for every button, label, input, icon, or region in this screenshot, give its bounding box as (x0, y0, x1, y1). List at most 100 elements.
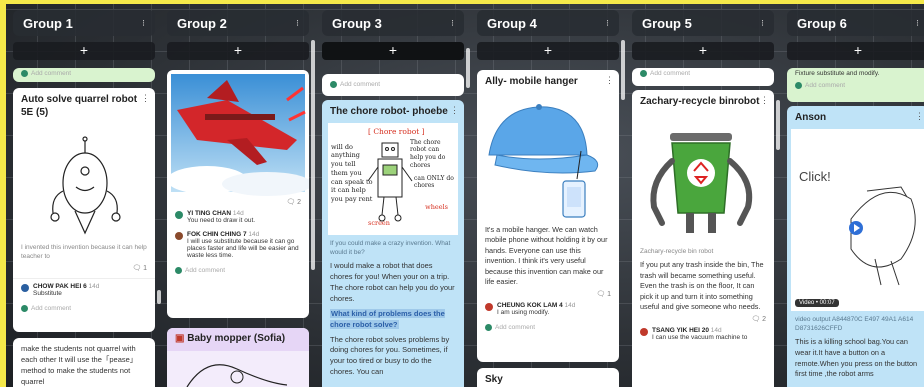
avatar (485, 323, 492, 331)
avatar (21, 283, 29, 292)
avatar (175, 232, 183, 240)
add-comment-link[interactable]: Add comment (322, 74, 464, 90)
column-header: Group 1 ⁝ (13, 10, 155, 36)
comment-count-row: 🗨 1 (477, 290, 619, 300)
column-title: Group 2 (177, 15, 227, 31)
comment: CHEUNG KOK LAM 4 14d I am using modify. (477, 300, 619, 318)
column-title: Group 1 (23, 15, 73, 31)
column-header: Group 3 ⁝ (322, 10, 464, 36)
play-button[interactable] (849, 220, 863, 235)
post-card[interactable]: make the students not quarrel with each … (13, 338, 155, 387)
post-card[interactable]: ⋮ The chore robot- phoebe [ Chore robot … (322, 100, 464, 387)
comment-count: 🗨 2 (751, 315, 766, 323)
video-player[interactable]: Click! Video • 00:07 (791, 128, 924, 311)
post-answer: I would make a robot that does chores fo… (330, 261, 455, 303)
add-post-button[interactable]: + (787, 42, 924, 60)
add-post-button[interactable]: + (322, 42, 464, 60)
column-options-icon[interactable]: ⁝ (606, 18, 609, 29)
column-group-5: Group 5 ⁝ + Add comment ⋮ Zachary-recycl… (632, 10, 774, 387)
avatar (175, 211, 183, 219)
add-post-button[interactable]: + (632, 42, 774, 60)
scrollbar[interactable] (776, 100, 780, 150)
post-card-partial[interactable]: Add comment (632, 68, 774, 86)
post-text: Fixture substitute and modify. (795, 70, 880, 77)
avatar (795, 82, 802, 90)
column-group-1: Group 1 ⁝ + Add comment ⋮ Auto solve qua… (13, 10, 155, 387)
column-options-icon[interactable]: ⁝ (142, 18, 145, 29)
column-header: Group 4 ⁝ (477, 10, 619, 36)
robot-drawing (13, 121, 155, 239)
column-group-6: Group 6 ⁝ + Fixture substitute and modif… (787, 10, 924, 387)
comment-count-row: 🗨 2 (632, 315, 774, 325)
image-caption: Zachary-recycle bin robot (640, 247, 714, 255)
post-menu-icon[interactable]: ⋮ (141, 93, 150, 104)
add-post-button[interactable]: + (167, 42, 309, 60)
scrollbar[interactable] (466, 48, 470, 88)
chore-robot-drawing: [ Chore robot ] will do anything you tel… (328, 122, 458, 235)
column-title: Group 3 (332, 15, 382, 31)
add-comment-link[interactable]: Add comment (632, 68, 774, 79)
school-bag-sketch (850, 185, 916, 285)
post-menu-icon[interactable]: ⋮ (760, 95, 769, 106)
column-header: Group 5 ⁝ (632, 10, 774, 36)
post-card[interactable]: ⋮ Auto solve quarrel robot 5E (5) I inve… (13, 88, 155, 332)
post-card-partial[interactable]: Fixture substitute and modify. Add comme… (787, 68, 924, 102)
post-card[interactable]: 🗨 2 YI TING CHAN 14d You need to draw it… (167, 70, 309, 318)
post-description: It's a mobile hanger. We can watch mobil… (485, 224, 608, 287)
post-card[interactable]: ▣ Baby mopper (Sofia) (167, 328, 309, 387)
comment-count: 🗨 1 (596, 290, 611, 298)
post-menu-icon[interactable]: ⋮ (915, 111, 924, 122)
column-header: Group 2 ⁝ (167, 10, 309, 36)
column-options-icon[interactable]: ⁝ (296, 18, 299, 29)
post-title: Ally- mobile hanger (485, 76, 578, 87)
post-card[interactable]: ⋮ Anson Click! Video • 00:07 video outpu… (787, 106, 924, 387)
flying-bus-image (167, 74, 309, 196)
post-answer-2: The chore robot solves problems by doing… (330, 334, 450, 377)
avatar (330, 81, 337, 88)
avatar (21, 304, 28, 312)
highlight-frame-left (0, 0, 6, 387)
add-comment-link[interactable]: Add comment (787, 80, 924, 91)
column-title: Group 6 (797, 15, 847, 31)
post-card-partial[interactable]: Add comment (13, 68, 155, 82)
post-menu-icon[interactable]: ⋮ (605, 75, 614, 86)
comment-count: 🗨 2 (286, 199, 301, 206)
avatar (640, 70, 647, 77)
column-options-icon[interactable]: ⁝ (451, 18, 454, 29)
post-card[interactable]: Sky (477, 368, 619, 387)
avatar (175, 267, 182, 274)
post-description: This is a killing school bag.You can wea… (795, 337, 918, 379)
post-title: Zachary-recycle binrobot (640, 96, 760, 107)
recycle-bin-robot-image (650, 132, 753, 233)
cap-phone-drawing (488, 103, 599, 218)
post-card[interactable]: ⋮ Ally- mobile hanger It's a mobile hang… (477, 70, 619, 362)
avatar (21, 70, 28, 77)
post-description: If you put any trash inside the bin, The… (640, 259, 764, 312)
scrollbar[interactable] (311, 40, 315, 270)
column-header: Group 6 ⁝ (787, 10, 924, 36)
column-options-icon[interactable]: ⁝ (761, 18, 764, 29)
add-comment-link[interactable]: Add comment (477, 322, 619, 333)
baby-mopper-drawing (186, 363, 288, 387)
add-comment-link[interactable]: Add comment (13, 68, 155, 79)
avatar (485, 302, 493, 311)
post-text: make the students not quarrel with each … (21, 344, 138, 386)
scrollbar[interactable] (621, 40, 625, 100)
column-options-icon[interactable]: ⁝ (916, 18, 919, 29)
add-comment-link[interactable]: Add comment (167, 265, 309, 276)
post-menu-icon[interactable]: ⋮ (450, 105, 459, 116)
comment-count-row: 🗨 2 (167, 198, 309, 208)
divider (13, 277, 155, 279)
add-post-button[interactable]: + (477, 42, 619, 60)
comment-count: 🗨 1 (132, 264, 147, 272)
scrollbar[interactable] (157, 290, 161, 304)
column-title: Group 4 (487, 15, 537, 31)
post-card-partial[interactable]: Add comment (322, 74, 464, 96)
add-comment-link[interactable]: Add comment (13, 303, 155, 314)
video-output: video output A844870C E497 49A1 A614 D87… (795, 315, 914, 332)
post-card[interactable]: ⋮ Zachary-recycle binrobot Zachary-recyc… (632, 90, 774, 387)
comment: CHOW PAK HEI 6 14d Substitute (13, 281, 155, 299)
comment: TSANG YIK HEI 20 14d I can use the vacuu… (632, 325, 774, 343)
post-title: Sky (485, 374, 503, 385)
add-post-button[interactable]: + (13, 42, 155, 60)
